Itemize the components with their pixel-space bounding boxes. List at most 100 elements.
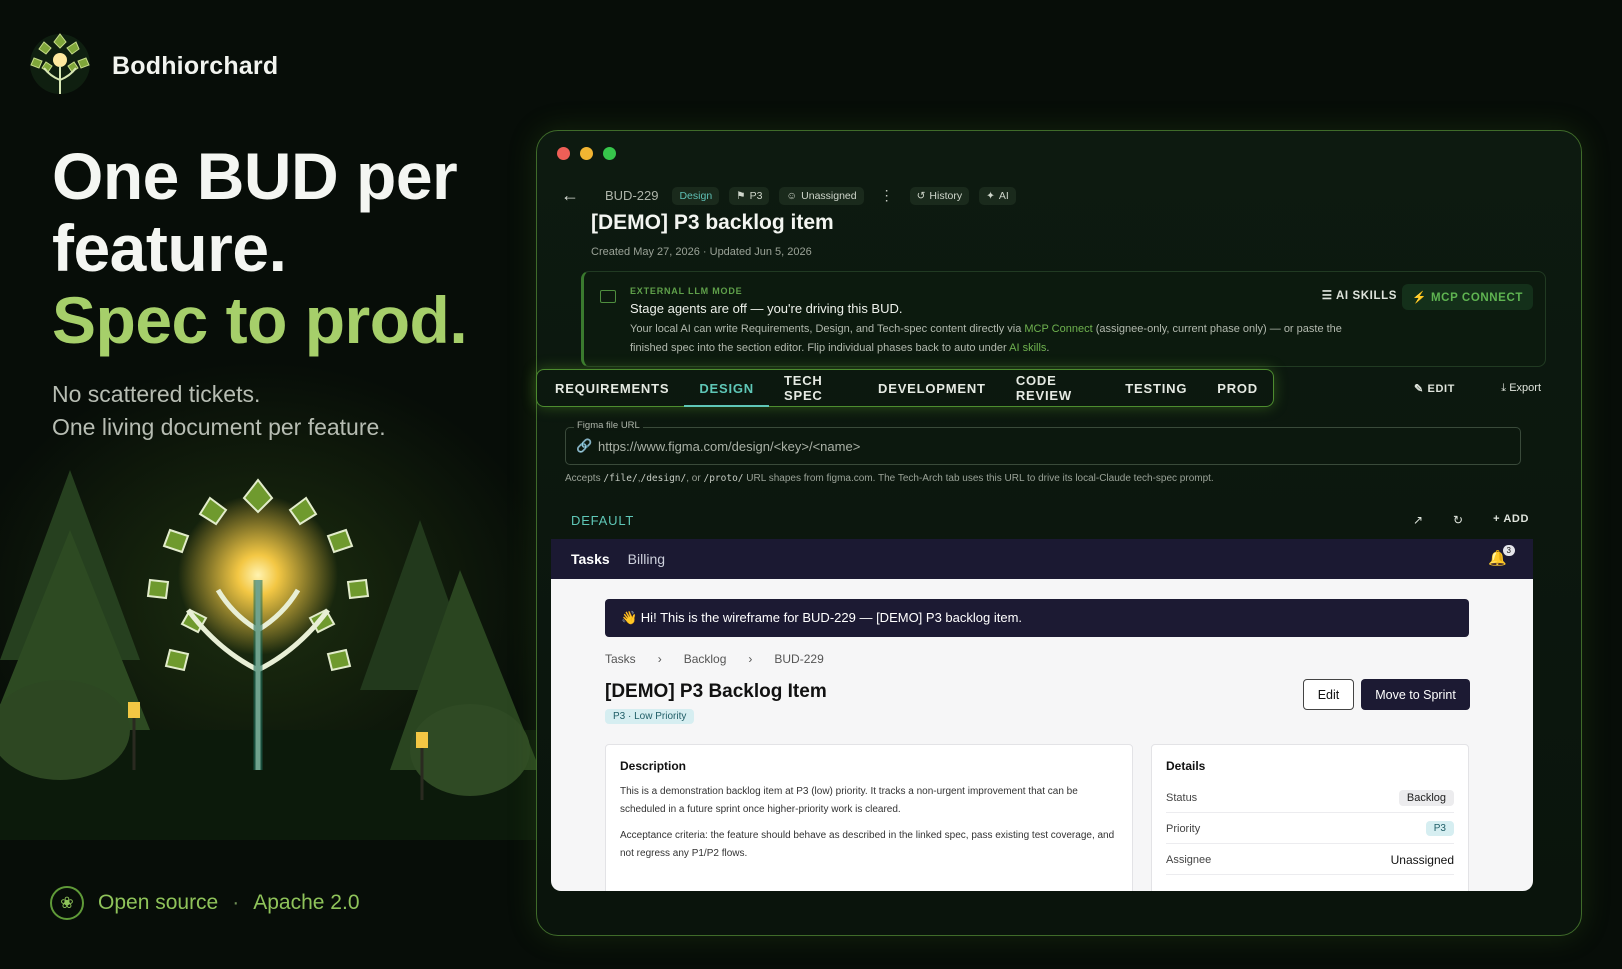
breadcrumb: Tasks › Backlog › BUD-229 <box>605 652 824 666</box>
open-external-icon[interactable]: ↗ <box>1413 513 1423 527</box>
edit-button[interactable]: ✎ EDIT <box>1414 382 1455 395</box>
sliders-icon: ☰ <box>1321 290 1333 302</box>
hint-code-file: /file/ <box>603 473 638 484</box>
pencil-icon: ✎ <box>1414 383 1424 395</box>
download-icon: ⤓ <box>1501 382 1507 394</box>
figma-url-field[interactable]: Figma file URL 🔗 https://www.figma.com/d… <box>565 420 1521 465</box>
plug-icon: ⚡ <box>1412 292 1428 304</box>
history-label: History <box>929 189 963 202</box>
priority-badge: P3 · Low Priority <box>605 709 695 724</box>
bud-title: [DEMO] P3 backlog item <box>591 211 834 234</box>
figma-url-label: Figma file URL <box>574 420 643 431</box>
breadcrumb-separator-icon: › <box>657 652 662 666</box>
llm-text-a: Your local AI can write Requirements, De… <box>630 323 1025 335</box>
edit-label: EDIT <box>1427 383 1455 395</box>
figma-url-placeholder[interactable]: https://www.figma.com/design/<key>/<name… <box>598 439 860 454</box>
move-to-sprint-button[interactable]: Move to Sprint <box>1361 679 1470 710</box>
ai-label: AI <box>998 189 1009 202</box>
breadcrumb-tasks[interactable]: Tasks <box>605 652 636 666</box>
tab-development[interactable]: DEVELOPMENT <box>863 370 1001 406</box>
bud-timestamps: Created May 27, 2026 · Updated Jun 5, 20… <box>591 246 812 258</box>
flag-icon: ⚑ <box>736 189 746 202</box>
hero-line-1: One BUD per <box>52 139 458 213</box>
llm-text-c: . <box>1046 342 1050 354</box>
wf-nav-billing[interactable]: Billing <box>628 551 665 567</box>
window-controls <box>557 147 616 160</box>
forest-illustration <box>0 470 540 840</box>
refresh-icon[interactable]: ↻ <box>1453 513 1463 527</box>
monitor-icon <box>600 290 616 303</box>
tab-code-review[interactable]: CODE REVIEW <box>1001 370 1110 406</box>
back-arrow-icon[interactable]: ← <box>561 185 579 206</box>
bud-header-bar: ← BUD-229 Design ⚑ P3 ☺ Unassigned ⋮ ↺ Hist… <box>561 185 1016 206</box>
minimize-window-button[interactable] <box>580 147 593 160</box>
history-icon: ↺ <box>916 189 926 202</box>
llm-mode-label: EXTERNAL LLM MODE <box>630 286 743 296</box>
detail-label: Status <box>1166 791 1198 804</box>
description-paragraph-2: Acceptance criteria: the feature should … <box>620 830 1115 859</box>
mcp-connect-link[interactable]: MCP Connect <box>1024 323 1092 335</box>
brand: Bodhiorchard <box>22 28 278 104</box>
details-heading: Details <box>1166 759 1206 773</box>
ai-skills-button[interactable]: ☰ AI SKILLS <box>1322 288 1397 302</box>
wireframe-banner: 👋 Hi! This is the wireframe for BUD-229 … <box>605 599 1469 637</box>
bell-icon[interactable]: 🔔 3 <box>1488 545 1515 567</box>
frame-actions: ↗ ↻ + ADD <box>1413 513 1529 527</box>
phase-chip[interactable]: Design <box>672 186 720 205</box>
hero-line-3: Spec to prod. <box>52 283 468 357</box>
ai-skills-label: AI SKILLS <box>1336 290 1397 302</box>
tab-prod[interactable]: PROD <box>1202 370 1273 406</box>
priority-value-badge: P3 <box>1425 821 1454 836</box>
wireframe-title: [DEMO] P3 Backlog Item <box>605 681 827 702</box>
description-heading: Description <box>620 759 687 773</box>
figma-url-hint: Accepts /file/,/design/, or /proto/ URL … <box>565 473 1214 484</box>
hero-sub-2: One living document per feature. <box>52 414 386 440</box>
ai-skills-link[interactable]: AI skills <box>1009 342 1046 354</box>
details-card: Details Status Backlog Priority P3 Assigne… <box>1151 744 1469 891</box>
hero-headline: One BUD per feature. Spec to prod. <box>52 140 512 356</box>
priority-chip-label: P3 <box>749 189 763 202</box>
mcp-connect-label: MCP CONNECT <box>1430 292 1523 304</box>
close-window-button[interactable] <box>557 147 570 160</box>
hero: One BUD per feature. Spec to prod. No sc… <box>52 140 512 444</box>
open-source-label: Open source <box>98 891 219 914</box>
bodhi-tree-logo-icon <box>30 33 90 94</box>
ai-button[interactable]: ✦ AI <box>979 186 1016 205</box>
maximize-window-button[interactable] <box>603 147 616 160</box>
user-icon: ☺ <box>786 189 798 202</box>
bud-id: BUD-229 <box>605 188 659 203</box>
wf-nav-tasks[interactable]: Tasks <box>571 551 610 567</box>
more-options-icon[interactable]: ⋮ <box>880 187 894 204</box>
tab-tech-spec[interactable]: TECH SPEC <box>769 370 863 406</box>
priority-chip[interactable]: ⚑ P3 <box>729 186 770 205</box>
wireframe-preview: Tasks Billing 🔔 3 👋 Hi! This is the wiref… <box>551 539 1533 891</box>
export-label: Export <box>1509 382 1541 394</box>
detail-row-assignee: Assignee Unassigned <box>1166 845 1454 875</box>
hero-line-2: feature. <box>52 211 287 285</box>
assignee-chip[interactable]: ☺ Unassigned <box>779 186 864 205</box>
hero-subtitle: No scattered tickets. One living documen… <box>52 378 512 444</box>
add-frame-button[interactable]: + ADD <box>1493 513 1529 527</box>
history-button[interactable]: ↺ History <box>909 186 970 205</box>
llm-mode-heading: Stage agents are off — you're driving th… <box>630 301 903 316</box>
license-label: Apache 2.0 <box>253 891 360 914</box>
detail-label: Assignee <box>1166 853 1212 866</box>
hint-code-design: /design/ <box>640 473 687 484</box>
status-badge: Backlog <box>1398 789 1454 806</box>
breadcrumb-backlog[interactable]: Backlog <box>684 652 727 666</box>
hint-code-proto: /proto/ <box>703 473 744 484</box>
export-button[interactable]: ⤓ Export <box>1501 382 1541 395</box>
tab-testing[interactable]: TESTING <box>1110 370 1202 406</box>
hero-sub-1: No scattered tickets. <box>52 381 261 407</box>
license-footer: ❀ Open source · Apache 2.0 <box>50 886 360 920</box>
wf-edit-button[interactable]: Edit <box>1303 679 1354 710</box>
hint-b: URL shapes from figma.com. The Tech-Arch… <box>743 473 1214 484</box>
wireframe-nav: Tasks Billing 🔔 3 <box>551 539 1533 579</box>
frame-tab-default[interactable]: DEFAULT <box>554 513 651 542</box>
app-window: ← BUD-229 Design ⚑ P3 ☺ Unassigned ⋮ ↺ Hist… <box>536 130 1582 936</box>
mcp-connect-button[interactable]: ⚡ MCP CONNECT <box>1402 284 1533 310</box>
breadcrumb-bud: BUD-229 <box>774 652 824 666</box>
tab-requirements[interactable]: REQUIREMENTS <box>555 370 684 406</box>
sparkle-icon: ✦ <box>986 189 995 202</box>
tab-design[interactable]: DESIGN <box>684 370 769 407</box>
